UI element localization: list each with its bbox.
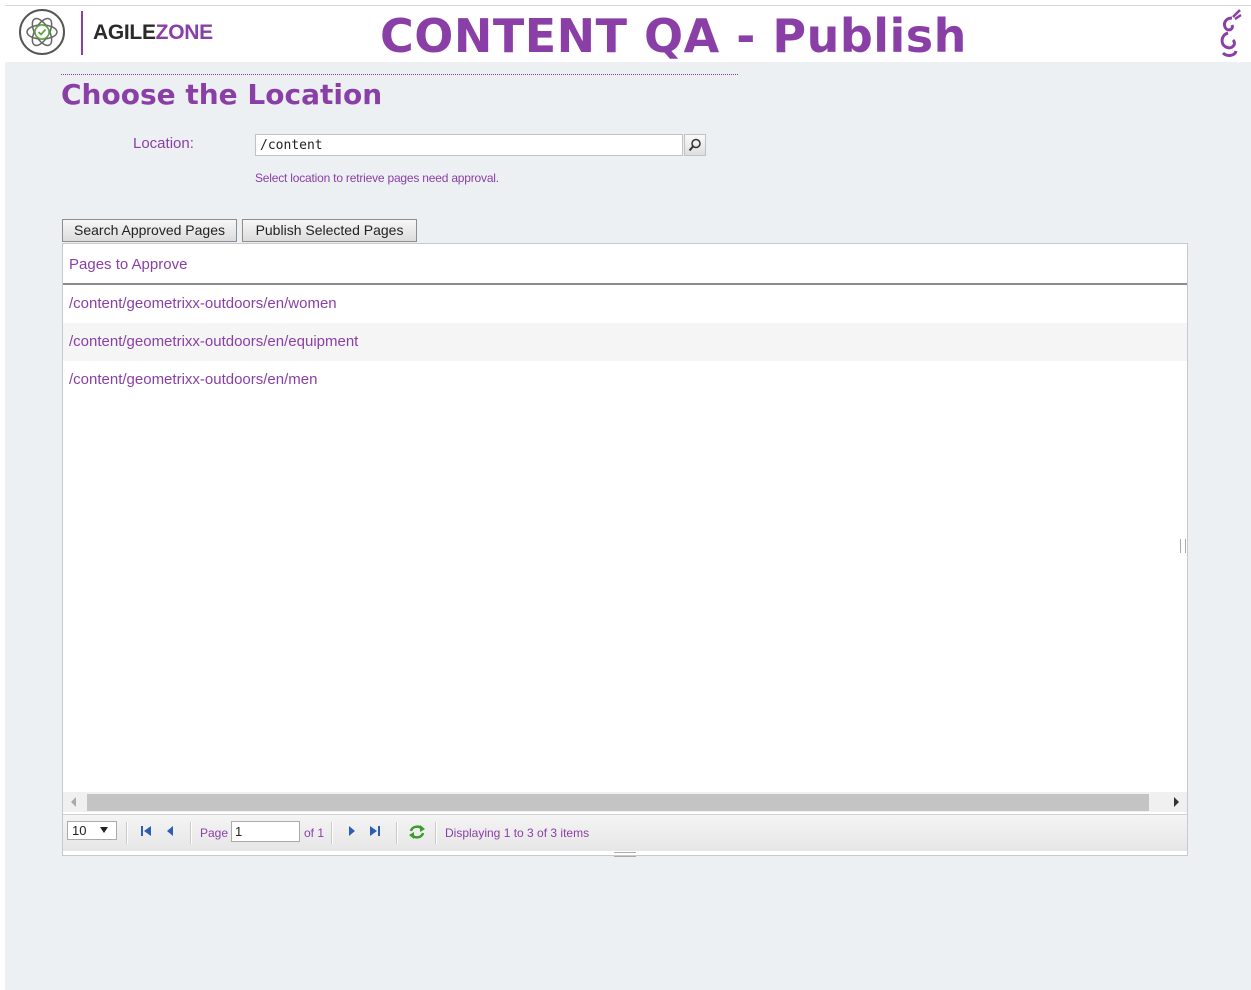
section-title: Choose the Location xyxy=(61,78,383,111)
prev-page-icon[interactable] xyxy=(164,825,176,837)
display-count: Displaying 1 to 3 of 3 items xyxy=(445,826,590,840)
scroll-right-icon[interactable] xyxy=(1174,797,1179,807)
left-border xyxy=(0,5,5,990)
page-size-select[interactable]: 10 xyxy=(67,821,117,840)
magnifier-icon xyxy=(688,138,701,152)
location-label: Location: xyxy=(133,135,194,152)
page-number-input[interactable] xyxy=(231,821,300,842)
column-resize-handle[interactable] xyxy=(1180,539,1186,553)
grid-resize-handle[interactable] xyxy=(614,852,636,857)
pages-grid: Pages to Approve /content/geometrixx-out… xyxy=(62,243,1188,857)
page-count-label: of 1 xyxy=(304,826,325,840)
pagination-bar: 10 Page of 1 Displaying 1 to 3 of 3 item xyxy=(63,814,1187,851)
pager-separator xyxy=(126,822,128,844)
pager-separator xyxy=(396,822,398,844)
table-row[interactable]: /content/geometrixx-outdoors/en/equipmen… xyxy=(63,323,1187,361)
title-divider xyxy=(61,74,738,75)
last-page-icon[interactable] xyxy=(369,825,381,837)
next-page-icon[interactable] xyxy=(346,825,358,837)
first-page-icon[interactable] xyxy=(140,825,152,837)
location-input[interactable] xyxy=(255,134,683,156)
search-approved-pages-button[interactable]: Search Approved Pages xyxy=(62,219,237,242)
table-row[interactable]: /content/geometrixx-outdoors/en/men xyxy=(63,361,1187,399)
refresh-icon[interactable] xyxy=(408,823,426,841)
scrollbar-thumb[interactable] xyxy=(87,794,1149,811)
agilezone-logo-icon xyxy=(19,9,65,55)
horizontal-scrollbar[interactable] xyxy=(63,792,1187,812)
scroll-left-icon[interactable] xyxy=(71,797,76,807)
brand-name-part-a: AGILE xyxy=(93,21,156,44)
chevron-down-icon xyxy=(100,827,108,833)
pager-separator xyxy=(190,822,192,844)
page-size-value: 10 xyxy=(72,823,87,838)
location-search-button[interactable] xyxy=(684,134,706,156)
pager-separator xyxy=(331,822,333,844)
brand-name: AGILEZONE xyxy=(93,21,213,45)
table-row[interactable]: /content/geometrixx-outdoors/en/women xyxy=(63,285,1187,323)
brand-corner-icon xyxy=(1220,9,1242,57)
app-header: AGILEZONE CONTENT QA - Publish xyxy=(5,6,1251,63)
page-label: Page xyxy=(200,826,229,840)
column-header-pages-to-approve[interactable]: Pages to Approve xyxy=(63,244,1187,285)
page-title: CONTENT QA - Publish xyxy=(380,9,967,63)
logo-divider xyxy=(81,11,83,55)
publish-selected-pages-button[interactable]: Publish Selected Pages xyxy=(242,219,417,242)
location-hint: Select location to retrieve pages need a… xyxy=(255,171,499,185)
pager-separator xyxy=(435,822,437,844)
brand-name-part-b: ZONE xyxy=(155,21,213,44)
